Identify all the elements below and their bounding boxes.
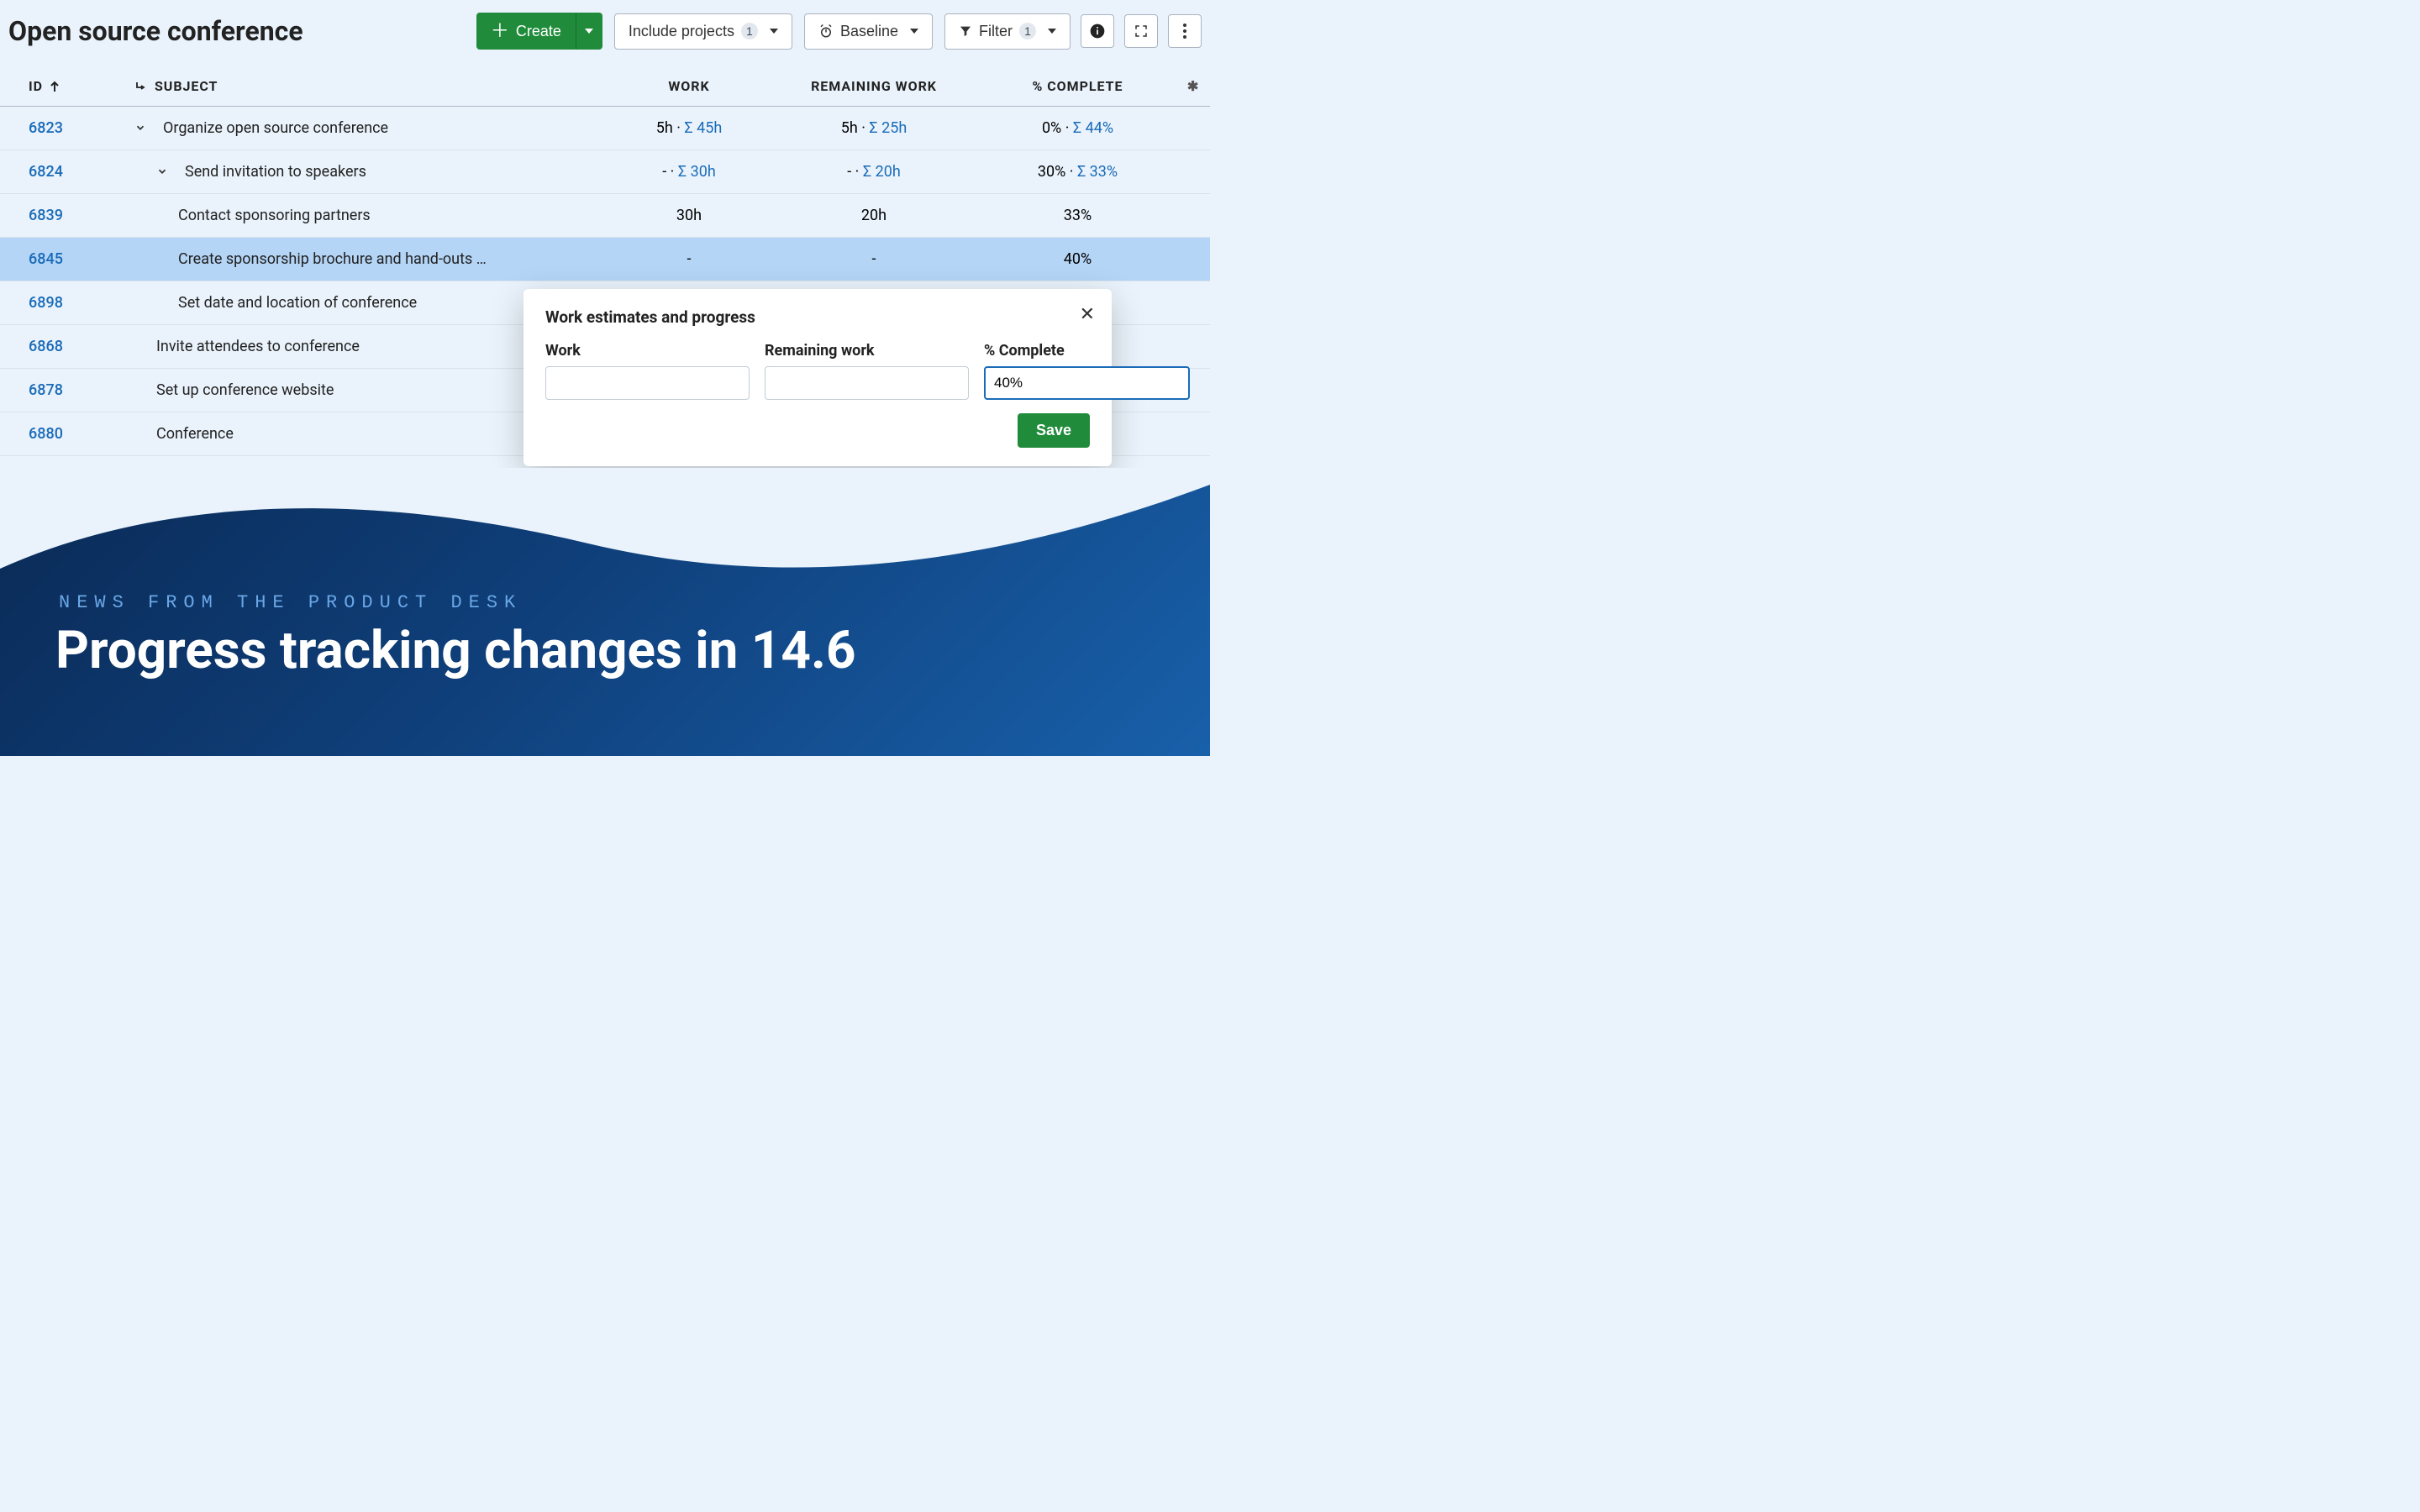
- banner-headline: Progress tracking changes in 14.6: [55, 620, 856, 681]
- work-package-id-link[interactable]: 6839: [0, 207, 134, 224]
- work-cell[interactable]: 5h · Σ 45h: [609, 119, 769, 137]
- remaining-work-cell[interactable]: -: [769, 250, 979, 268]
- work-cell[interactable]: 30h: [609, 207, 769, 224]
- column-header-work[interactable]: WORK: [609, 78, 769, 94]
- info-icon: [1089, 23, 1106, 39]
- work-package-subject: Organize open source conference: [163, 119, 388, 137]
- toolbar: Open source conference ＋ Create Include …: [0, 0, 1210, 66]
- work-package-id-link[interactable]: 6823: [0, 119, 134, 137]
- work-cell[interactable]: - · Σ 30h: [609, 163, 769, 181]
- work-package-id-link[interactable]: 6868: [0, 338, 134, 355]
- expand-toggle-icon[interactable]: [156, 165, 170, 179]
- chevron-down-icon: [770, 29, 778, 34]
- percent-complete-cell[interactable]: 40%: [979, 250, 1176, 268]
- chevron-down-icon: [585, 29, 593, 34]
- more-menu-button[interactable]: [1168, 14, 1202, 48]
- include-projects-dropdown[interactable]: Include projects 1: [614, 13, 792, 50]
- table-row[interactable]: 6845 Create sponsorship brochure and hand…: [0, 238, 1210, 281]
- baseline-label: Baseline: [840, 23, 898, 40]
- wave-divider: [0, 468, 1210, 585]
- work-package-subject: Conference: [156, 425, 234, 443]
- remaining-work-cell[interactable]: - · Σ 20h: [769, 163, 979, 181]
- work-package-subject-cell[interactable]: Organize open source conference: [134, 119, 609, 137]
- work-package-id-link[interactable]: 6824: [0, 163, 134, 181]
- percent-complete-field-label: % Complete: [984, 342, 1190, 360]
- remaining-work-field-label: Remaining work: [765, 342, 969, 360]
- work-package-id-link[interactable]: 6845: [0, 250, 134, 268]
- percent-complete-cell[interactable]: 30% · Σ 33%: [979, 163, 1176, 181]
- work-package-subject: Send invitation to speakers: [185, 163, 366, 181]
- fullscreen-button[interactable]: [1124, 14, 1158, 48]
- work-package-subject: Set date and location of conference: [178, 294, 417, 312]
- work-package-id-link[interactable]: 6898: [0, 294, 134, 312]
- create-button-label: Create: [516, 23, 561, 40]
- filter-icon: [959, 24, 972, 38]
- work-field-group: Work: [545, 342, 750, 400]
- baseline-icon: [818, 24, 834, 39]
- baseline-dropdown[interactable]: Baseline: [804, 13, 933, 50]
- work-package-subject: Invite attendees to conference: [156, 338, 360, 355]
- column-header-id-label: ID: [29, 78, 43, 94]
- percent-complete-field-group: % Complete: [984, 342, 1190, 400]
- work-package-subject-cell[interactable]: Create sponsorship brochure and hand-out…: [134, 250, 609, 268]
- hierarchy-icon: [134, 81, 146, 92]
- table-row[interactable]: 6824 Send invitation to speakers - · Σ 30h…: [0, 150, 1210, 194]
- filter-label: Filter: [979, 23, 1013, 40]
- include-projects-count: 1: [741, 23, 758, 39]
- marketing-banner: NEWS FROM THE PRODUCT DESK Progress trac…: [0, 470, 1210, 756]
- page-title: Open source conference: [8, 15, 303, 47]
- work-package-subject: Set up conference website: [156, 381, 334, 399]
- expand-toggle-icon[interactable]: [134, 122, 148, 135]
- save-button[interactable]: Save: [1018, 413, 1090, 448]
- percent-complete-input[interactable]: [984, 366, 1190, 400]
- table-settings-button[interactable]: ✱: [1176, 78, 1210, 94]
- column-header-id[interactable]: ID: [0, 78, 134, 94]
- chevron-down-icon: [910, 29, 918, 34]
- info-button[interactable]: [1081, 14, 1114, 48]
- filter-dropdown[interactable]: Filter 1: [944, 13, 1071, 50]
- work-field-label: Work: [545, 342, 750, 360]
- work-package-id-link[interactable]: 6880: [0, 425, 134, 443]
- work-cell[interactable]: -: [609, 250, 769, 268]
- table-row[interactable]: 6839 Contact sponsoring partners 30h20h33%: [0, 194, 1210, 238]
- remaining-work-field-group: Remaining work: [765, 342, 969, 400]
- table-header-row: ID SUBJECT WORK REMAINING WORK % COMPLET…: [0, 66, 1210, 107]
- column-header-subject[interactable]: SUBJECT: [134, 78, 609, 94]
- close-popover-button[interactable]: ✕: [1080, 304, 1095, 325]
- percent-complete-cell[interactable]: 33%: [979, 207, 1176, 224]
- plus-icon: ＋: [491, 22, 509, 40]
- table-row[interactable]: 6823 Organize open source conference 5h · …: [0, 107, 1210, 150]
- work-input[interactable]: [545, 366, 750, 400]
- work-estimates-popover: Work estimates and progress ✕ Work Remai…: [523, 289, 1112, 466]
- chevron-down-icon: [1048, 29, 1056, 34]
- column-header-remaining[interactable]: REMAINING WORK: [769, 78, 979, 94]
- include-projects-label: Include projects: [629, 23, 734, 40]
- remaining-work-cell[interactable]: 5h · Σ 25h: [769, 119, 979, 137]
- filter-count: 1: [1019, 23, 1036, 39]
- create-button-group: ＋ Create: [476, 13, 602, 50]
- kebab-icon: [1182, 23, 1187, 39]
- work-package-id-link[interactable]: 6878: [0, 381, 134, 399]
- create-dropdown-button[interactable]: [576, 13, 602, 50]
- gear-icon: ✱: [1187, 78, 1199, 94]
- popover-title: Work estimates and progress: [545, 307, 1090, 327]
- remaining-work-input[interactable]: [765, 366, 969, 400]
- banner-kicker: NEWS FROM THE PRODUCT DESK: [59, 592, 522, 613]
- percent-complete-cell[interactable]: 0% · Σ 44%: [979, 119, 1176, 137]
- expand-icon: [1134, 24, 1149, 39]
- work-package-subject-cell[interactable]: Send invitation to speakers: [134, 163, 609, 181]
- column-header-subject-label: SUBJECT: [155, 78, 218, 94]
- remaining-work-cell[interactable]: 20h: [769, 207, 979, 224]
- sort-asc-icon: [50, 81, 60, 92]
- close-icon: ✕: [1080, 304, 1095, 325]
- work-package-subject-cell[interactable]: Contact sponsoring partners: [134, 207, 609, 224]
- work-package-subject: Create sponsorship brochure and hand-out…: [178, 250, 489, 268]
- create-button[interactable]: ＋ Create: [476, 13, 576, 50]
- column-header-complete[interactable]: % COMPLETE: [979, 78, 1176, 94]
- work-package-subject: Contact sponsoring partners: [178, 207, 371, 224]
